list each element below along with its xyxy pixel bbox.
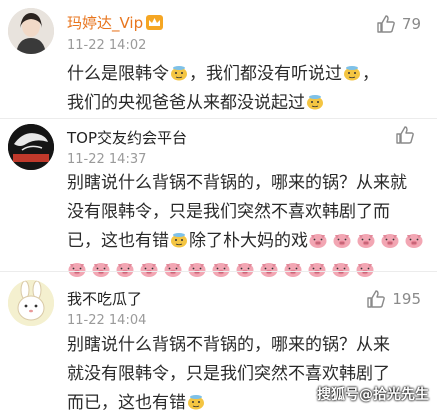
- comment-2: TOP交友约会平台 11-22 14:37 别瞎说什么背锅不背锅的，哪来的锅？从…: [0, 119, 437, 277]
- text-segment: ，: [362, 64, 379, 84]
- doge-emoji-icon: [343, 62, 361, 81]
- thumbs-up-icon: [367, 290, 386, 308]
- comment-1: 玛婷达_Vip 11-22 14:02 79 什么是限韩令 ，我们都没有听说过 ， …: [0, 0, 437, 118]
- comment-time: 11-22 14:37: [67, 152, 147, 167]
- text-segment: 除了朴大妈的戏: [189, 231, 308, 251]
- text-line: 什么是限韩令 ，我们都没有听说过 ，: [67, 60, 427, 89]
- pig-emoji-icon: [380, 230, 400, 248]
- doge-emoji-icon: [170, 229, 188, 248]
- comment-text: 别瞎说什么背锅不背锅的，哪来的锅？从来就 没有限韩令，只是我们突然不喜欢韩剧了而…: [67, 169, 427, 285]
- watermark: 搜狐号@拾光先生: [317, 387, 429, 403]
- username[interactable]: 玛婷达_Vip: [67, 12, 164, 33]
- text-line: 别瞎说什么背锅不背锅的，哪来的锅？从来就: [67, 173, 407, 193]
- pig-emoji-icon: [308, 230, 328, 248]
- thumbs-up-icon: [396, 126, 414, 144]
- doge-emoji-icon: [170, 62, 188, 81]
- text-line: 没有限韩令，只是我们突然不喜欢韩剧了而: [67, 202, 390, 222]
- avatar[interactable]: [8, 280, 54, 326]
- username[interactable]: 我不吃瓜了: [67, 288, 142, 309]
- like-button[interactable]: 79: [376, 14, 421, 34]
- username-text[interactable]: 玛婷达_Vip: [67, 14, 143, 32]
- doge-emoji-icon: [187, 391, 205, 410]
- pig-emoji-icon: [404, 230, 424, 248]
- pig-emoji-icon: [356, 230, 376, 248]
- text-segment: 我们的央视爸爸从来都没说起过: [67, 93, 305, 113]
- like-count: 195: [392, 290, 421, 308]
- like-button[interactable]: [395, 125, 421, 145]
- crown-icon: [146, 15, 164, 30]
- pig-emoji-icon: [332, 230, 352, 248]
- like-count: 79: [401, 15, 421, 33]
- comment-time: 11-22 14:02: [67, 38, 147, 53]
- like-button[interactable]: 195: [366, 289, 421, 309]
- comment-time: 11-22 14:04: [67, 313, 147, 328]
- text-segment: 什么是限韩令: [67, 64, 169, 84]
- thumbs-up-icon: [377, 15, 395, 33]
- text-line: 别瞎说什么背锅不背锅的，哪来的锅？从来: [67, 335, 390, 355]
- username[interactable]: TOP交友约会平台: [67, 127, 187, 148]
- text-line: 已，这也有错 除了朴大妈的戏: [67, 227, 427, 256]
- text-segment: ，我们都没有听说过: [189, 64, 342, 84]
- text-line: 我们的央视爸爸从来都没说起过: [67, 89, 427, 118]
- doge-emoji-icon: [306, 91, 324, 110]
- text-segment: 已，这也有错: [67, 231, 169, 251]
- comment-text: 什么是限韩令 ，我们都没有听说过 ， 我们的央视爸爸从来都没说起过: [67, 60, 427, 118]
- comment-text: 别瞎说什么背锅不背锅的，哪来的锅？从来 就没有限韩令，只是我们突然不喜欢韩剧了 …: [67, 331, 427, 418]
- avatar[interactable]: [8, 8, 54, 54]
- text-segment: 而已，这也有错: [67, 393, 186, 413]
- avatar[interactable]: [8, 124, 54, 170]
